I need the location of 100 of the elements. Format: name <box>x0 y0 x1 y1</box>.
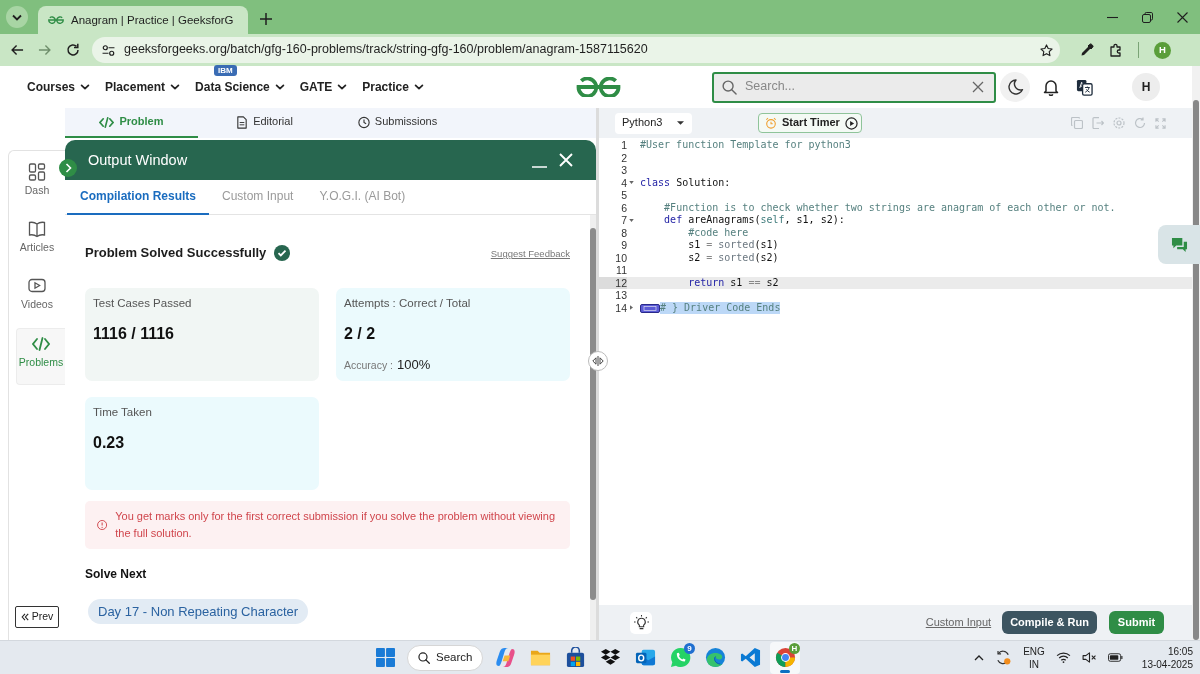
search-bar[interactable]: Search... <box>712 71 996 103</box>
sidebar-item[interactable]: Dash <box>9 157 65 214</box>
caret-down-icon <box>677 121 684 125</box>
sync-icon[interactable] <box>995 649 1013 666</box>
double-chevron-left-icon <box>20 613 29 621</box>
windows-start-icon[interactable] <box>376 648 395 667</box>
book-icon <box>28 220 46 238</box>
chevron-down-icon[interactable] <box>6 6 28 28</box>
custom-input-link[interactable]: Custom Input <box>925 615 992 630</box>
start-timer-button[interactable]: Start Timer <box>758 113 862 133</box>
code-line: #code here <box>688 226 749 239</box>
address-bar[interactable]: geeksforgeeks.org/batch/gfg-160-problems/track/string-gfg-160/problem/anagram-1587115620 <box>92 37 1060 63</box>
suggest-feedback-link[interactable]: Suggest Feedback <box>490 248 570 261</box>
line-number: 5 <box>620 189 627 202</box>
prev-button[interactable]: Prev <box>15 606 59 628</box>
language-select[interactable]: Python3 <box>615 112 692 134</box>
submit-button[interactable]: Submit <box>1109 611 1164 634</box>
diamond-boxes-icon <box>599 647 621 668</box>
clear-icon[interactable] <box>972 81 984 93</box>
stat-label: Attempts : Correct / Total <box>344 296 472 311</box>
forward-arrow-icon[interactable] <box>38 44 51 56</box>
line-number: 1 <box>620 139 627 152</box>
user-avatar[interactable]: H <box>1132 73 1160 101</box>
search-icon <box>722 79 737 95</box>
lightbulb-icon[interactable] <box>630 611 652 634</box>
taskbar-app-button[interactable]: 9 <box>665 641 695 674</box>
code-line: return s1 == s2 <box>688 276 779 289</box>
notice-text: You get marks only for the first correct submission if you solve the problem without viewing the full solution. <box>115 509 557 542</box>
line-number: 2 <box>620 151 627 164</box>
dashboard-icon <box>28 163 46 181</box>
store-bag-icon <box>564 647 586 668</box>
stat-detail-label: Accuracy : <box>344 358 393 372</box>
alert-circle-icon <box>97 519 108 532</box>
sidebar-item[interactable]: Articles <box>9 214 65 271</box>
restore-icon[interactable] <box>1142 11 1153 23</box>
nav-menu-item[interactable]: GATE <box>299 79 348 95</box>
sliders-icon[interactable] <box>102 44 115 56</box>
nav-menu-item[interactable]: Practice <box>362 79 424 95</box>
status-message: Problem Solved Successfully <box>85 245 267 262</box>
stat-value: 0.23 <box>93 432 126 453</box>
line-number: 8 <box>620 226 627 239</box>
scrollbar-thumb[interactable] <box>1193 100 1199 640</box>
folded-code-icon[interactable] <box>640 303 660 313</box>
taskbar-search[interactable]: Search <box>407 644 483 671</box>
line-number: 9 <box>620 239 627 252</box>
fold-arrow-down-icon[interactable] <box>629 181 634 185</box>
line-number: 3 <box>620 164 627 177</box>
site-logo-icon[interactable] <box>575 77 622 97</box>
line-number: 6 <box>620 201 627 214</box>
puzzle-piece-icon[interactable] <box>1109 43 1123 57</box>
wifi-icon[interactable] <box>1055 652 1071 663</box>
problem-tab[interactable]: Submissions <box>331 108 464 138</box>
play-video-icon <box>28 277 46 295</box>
profile-badge: H <box>789 642 800 654</box>
code-line: class Solution: <box>640 176 731 189</box>
back-arrow-icon[interactable] <box>11 44 24 56</box>
reload-icon[interactable] <box>66 43 80 57</box>
sparkle-app-icon <box>494 647 516 668</box>
sidebar-item[interactable]: Problems <box>16 328 65 385</box>
code-line: s1 = sorted(s1) <box>688 239 779 252</box>
chat-icon[interactable] <box>1158 225 1200 264</box>
compile-run-button[interactable]: Compile & Run <box>1002 611 1097 634</box>
code-brackets-icon <box>99 115 115 129</box>
problem-tab[interactable]: Editorial <box>198 108 331 138</box>
battery-icon[interactable] <box>1107 653 1123 662</box>
chevron-right-icon[interactable] <box>59 159 77 177</box>
translate-icon[interactable] <box>1076 78 1093 96</box>
code-line: def areAnagrams(self, s1, s2): <box>664 214 845 227</box>
bell-icon[interactable] <box>1042 78 1060 96</box>
output-tab[interactable]: Compilation Results <box>67 180 209 215</box>
plus-icon[interactable] <box>259 13 272 25</box>
fold-arrow-down-icon[interactable] <box>629 218 634 222</box>
scrollbar-thumb[interactable] <box>590 228 596 600</box>
clock-icon <box>357 115 370 129</box>
check-circle-icon <box>274 245 291 262</box>
fold-arrow-right-icon[interactable] <box>630 305 633 311</box>
line-number: 14 <box>614 301 627 314</box>
moon-icon[interactable] <box>1000 72 1030 102</box>
browser-app-icon <box>774 647 796 668</box>
line-number: 11 <box>615 264 627 277</box>
stat-detail-value: 100% <box>397 356 431 373</box>
stat-label: Test Cases Passed <box>93 296 193 311</box>
search-input[interactable]: Search... <box>745 79 964 95</box>
sidebar-item[interactable]: Videos <box>9 271 65 328</box>
stat-value: 1116 / 1116 <box>93 323 175 344</box>
chevron-up-icon[interactable] <box>974 654 985 661</box>
star-icon[interactable] <box>1040 43 1053 57</box>
nav-menu-item[interactable]: Placement <box>105 79 181 95</box>
stat-label: Time Taken <box>93 405 153 420</box>
line-number: 10 <box>614 251 627 264</box>
problem-tab[interactable]: Problem <box>65 108 198 138</box>
speaker-muted-icon[interactable] <box>1081 652 1097 663</box>
close-icon[interactable] <box>1177 11 1188 23</box>
next-problem-link[interactable]: Day 17 - Non Repeating Character <box>88 599 309 625</box>
clock-button[interactable]: 16:05 13-04-2025 <box>1141 644 1193 671</box>
input-language-button[interactable]: ENG IN <box>1023 644 1045 671</box>
browser-tab[interactable]: Anagram | Practice | GeeksforG <box>38 6 248 34</box>
eyedropper-icon[interactable] <box>1080 43 1094 57</box>
chevron-down-icon <box>337 84 348 90</box>
nav-menu-item[interactable]: Courses <box>27 79 91 95</box>
